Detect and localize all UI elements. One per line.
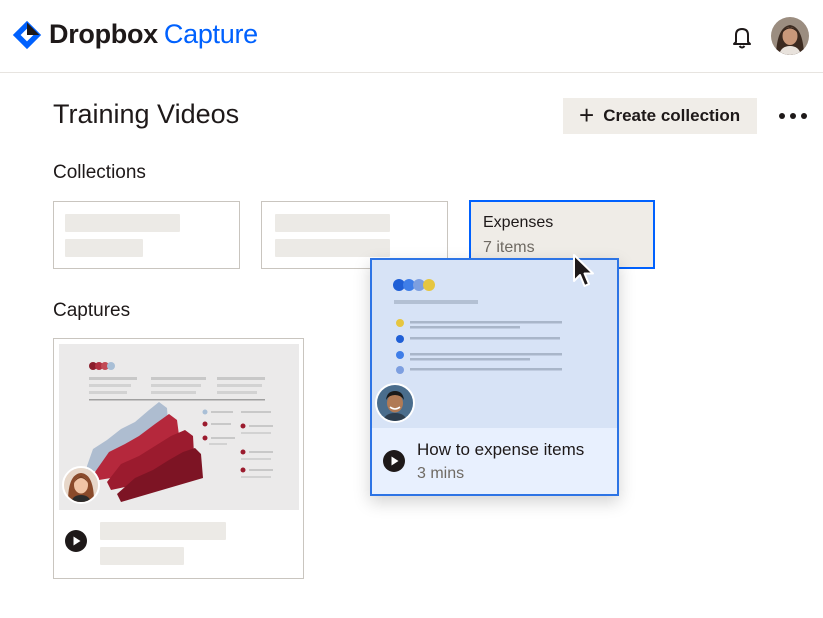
capture-title: How to expense items	[417, 440, 585, 459]
capture-card[interactable]	[53, 338, 304, 579]
dropbox-capture-logo-icon[interactable]	[12, 20, 42, 50]
collections-heading: Collections	[53, 162, 146, 183]
captures-heading: Captures	[53, 300, 131, 321]
placeholder-line	[275, 239, 390, 257]
plus-icon: +	[579, 100, 595, 130]
more-dot-icon	[801, 113, 807, 119]
play-icon[interactable]	[64, 529, 88, 553]
avatar-photo-icon	[377, 385, 413, 421]
capture-author-avatar	[375, 383, 415, 423]
create-collection-button[interactable]: + Create collection	[563, 98, 757, 134]
more-dot-icon	[779, 113, 785, 119]
brand-secondary: Capture	[163, 19, 258, 49]
placeholder-line	[65, 239, 143, 257]
placeholder-line	[100, 547, 184, 565]
avatar-photo-icon	[771, 17, 809, 55]
more-dot-icon	[790, 113, 796, 119]
create-collection-label: Create collection	[603, 106, 741, 125]
dragged-capture-card[interactable]: How to expense items 3 mins	[370, 258, 619, 496]
page-title: Training Videos	[53, 99, 240, 129]
bell-icon[interactable]	[730, 24, 754, 50]
mouse-pointer-icon	[573, 254, 594, 287]
collection-card-placeholder[interactable]	[53, 201, 240, 269]
placeholder-line	[275, 214, 390, 232]
capture-duration: 3 mins	[417, 465, 465, 482]
more-options-button[interactable]	[779, 104, 807, 128]
collection-item-count: 7 items	[483, 239, 535, 256]
brand-name[interactable]: Dropbox Capture	[49, 19, 258, 50]
app-header: Dropbox Capture	[0, 0, 823, 73]
placeholder-line	[100, 522, 226, 540]
brand-primary: Dropbox	[49, 19, 158, 49]
placeholder-line	[65, 214, 180, 232]
play-icon[interactable]	[382, 449, 406, 473]
user-avatar[interactable]	[771, 17, 809, 55]
capture-author-avatar	[62, 466, 100, 504]
avatar-photo-icon	[64, 468, 98, 502]
collection-title: Expenses	[483, 214, 554, 231]
